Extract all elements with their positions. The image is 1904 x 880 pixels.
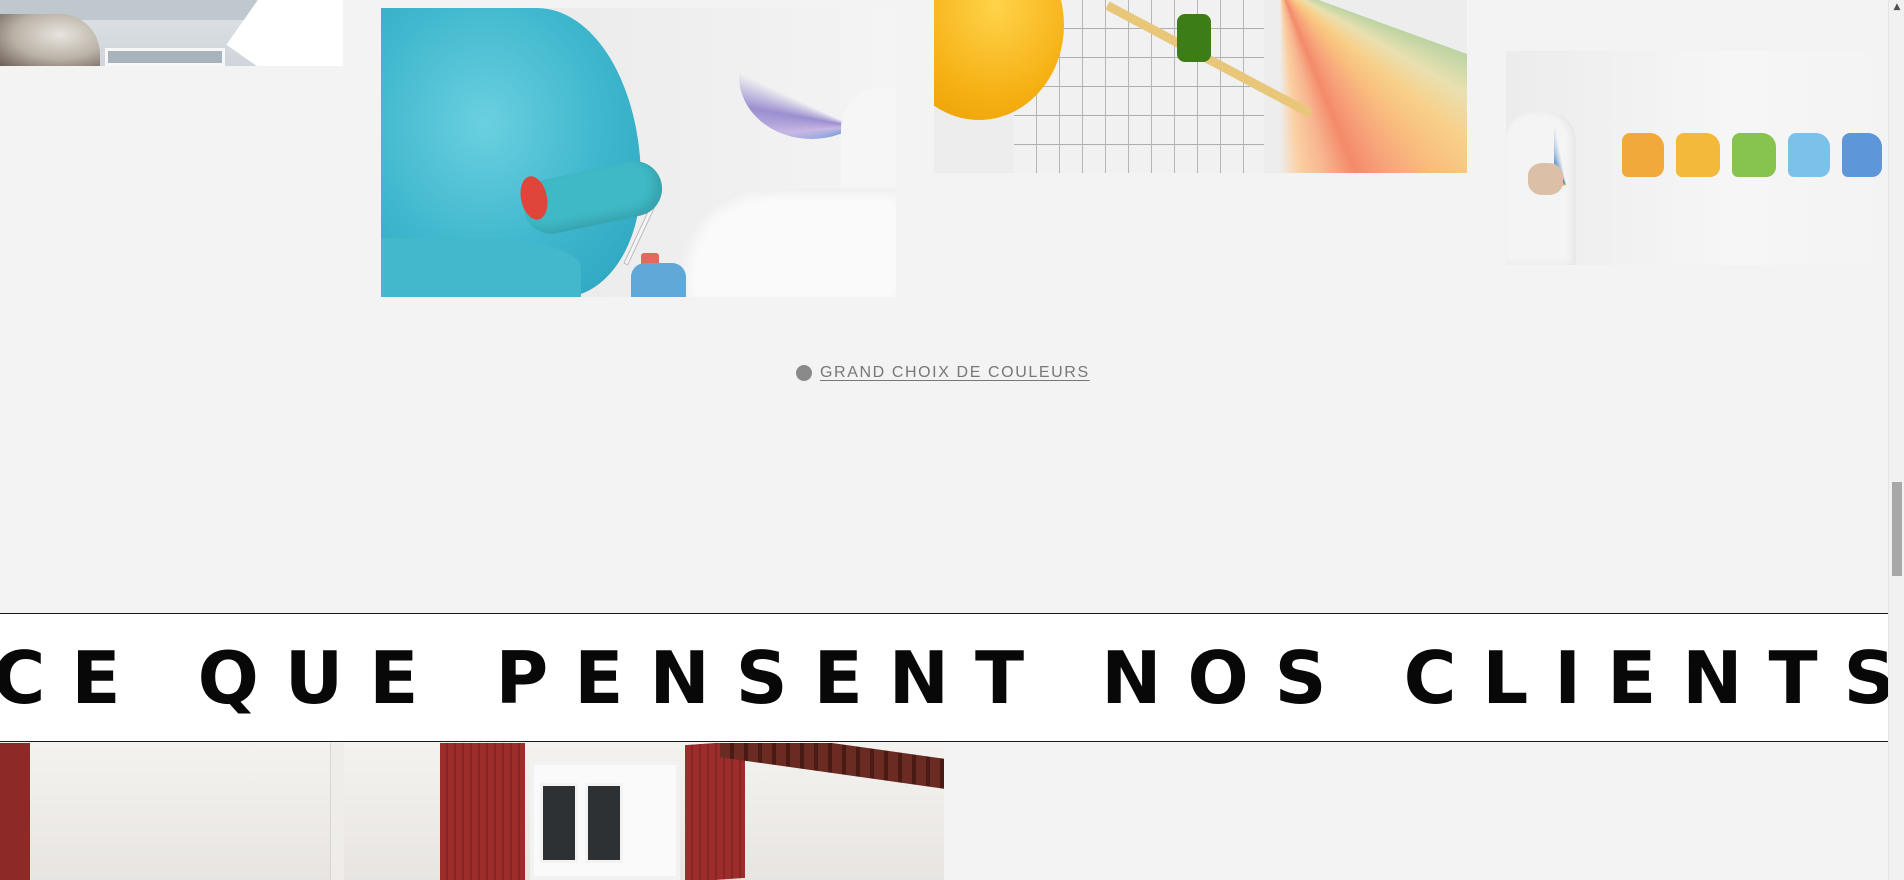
paint-stroke-lightblue: [1788, 133, 1830, 177]
paint-strokes-image[interactable]: [1506, 51, 1888, 265]
vertical-scrollbar[interactable]: ▲: [1888, 0, 1904, 880]
house-painter-image[interactable]: [0, 0, 343, 66]
paint-stroke-orange: [1622, 133, 1664, 177]
blue-paint-roller-image[interactable]: [381, 8, 896, 297]
page: GRAND CHOIX DE COULEURS CE QUE PENSENT N…: [0, 0, 1888, 880]
bullet-dot-icon: [796, 365, 812, 381]
paint-stroke-blue: [1842, 133, 1882, 177]
scrollbar-thumb[interactable]: [1892, 482, 1902, 576]
red-shutter-left: [440, 743, 525, 880]
paint-stroke-green: [1732, 133, 1776, 177]
red-shutter-right: [685, 743, 745, 880]
house-shutters-image: [0, 743, 944, 880]
testimonials-heading-band: CE QUE PENSENT NOS CLIENTS: [0, 613, 1888, 742]
scroll-up-arrow-icon[interactable]: ▲: [1889, 0, 1904, 16]
gallery-caption[interactable]: GRAND CHOIX DE COULEURS: [796, 364, 1090, 382]
color-swatches-plans-image[interactable]: [934, 0, 1467, 173]
paint-stroke-yellow: [1676, 133, 1720, 177]
gallery-caption-link[interactable]: GRAND CHOIX DE COULEURS: [820, 364, 1090, 382]
testimonials-heading: CE QUE PENSENT NOS CLIENTS: [0, 635, 1888, 720]
